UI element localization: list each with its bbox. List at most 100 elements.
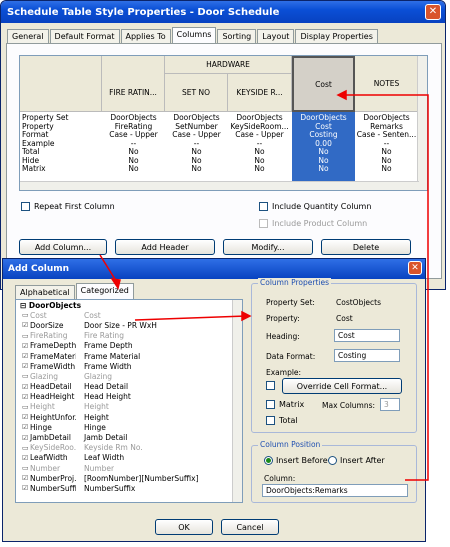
grid-cell[interactable]: DoorObjects — [228, 114, 291, 123]
tree-item[interactable]: ▭ Height Height — [16, 402, 242, 412]
ok-button[interactable]: OK — [155, 519, 213, 535]
grid-cell[interactable]: No — [292, 148, 355, 157]
grid-cell[interactable]: No — [165, 148, 228, 157]
grid-cell[interactable]: No — [165, 157, 228, 166]
grid-cell[interactable]: -- — [355, 140, 418, 149]
grid-cell[interactable]: No — [102, 157, 165, 166]
tree-item[interactable]: ☑ HeadDetail Head Detail — [16, 382, 242, 392]
grid-cell[interactable]: DoorObjects — [355, 114, 418, 123]
grid-cell[interactable]: No — [228, 148, 291, 157]
tree-item[interactable]: ☑ FrameWidth Frame Width — [16, 361, 242, 371]
tree-item[interactable]: ☑ JambDetail Jamb Detail — [16, 432, 242, 442]
grid-cell[interactable]: 0.00 — [292, 140, 355, 149]
data-format-select[interactable]: Costing — [334, 349, 400, 362]
grid-cell[interactable]: KeySideRoom... — [228, 123, 291, 132]
matrix-checkbox[interactable]: Matrix — [266, 400, 304, 409]
tree-item[interactable]: ▭ Glazing Glazing — [16, 371, 242, 381]
tree-item[interactable]: ☑ FrameDepth Frame Depth — [16, 341, 242, 351]
header-keyside[interactable]: KEYSIDE R... — [228, 74, 292, 112]
add-header-button[interactable]: Add Header — [115, 239, 215, 255]
include-quantity-checkbox[interactable]: Include Quantity Column — [259, 202, 371, 211]
header-set-no[interactable]: SET NO — [165, 74, 228, 112]
tab-categorized[interactable]: Categorized — [75, 283, 134, 299]
modify-button[interactable]: Modify... — [223, 239, 313, 255]
tree-root[interactable]: ⊟ DoorObjects — [16, 300, 242, 310]
checkbox-box[interactable] — [21, 202, 30, 211]
cancel-button[interactable]: Cancel — [221, 519, 279, 535]
heading-input[interactable]: Cost — [334, 329, 400, 342]
grid-vscroll[interactable] — [417, 56, 427, 190]
tree-item[interactable]: ▭ KeySideRoo... Keyside Rm No. — [16, 443, 242, 453]
tree-item[interactable]: ☑ HeadHeight Head Height — [16, 392, 242, 402]
column-select[interactable]: DoorObjects:Remarks — [262, 484, 408, 497]
tree-item[interactable]: ☑FrameMaterialFrame Material — [16, 351, 242, 361]
grid-cell[interactable]: -- — [102, 140, 165, 149]
header-fire-rating[interactable]: FIRE RATIN... — [102, 56, 165, 112]
close-icon[interactable]: ✕ — [425, 4, 441, 20]
grid-cell[interactable]: Case - Upper — [228, 131, 291, 140]
grid-cell[interactable]: -- — [165, 140, 228, 149]
insert-after-radio[interactable]: Insert After — [328, 456, 385, 465]
grid-cell[interactable]: Case - Upper — [165, 131, 228, 140]
tab-layout[interactable]: Layout — [257, 29, 295, 43]
close-icon[interactable]: ✕ — [408, 261, 422, 275]
tab-general[interactable]: General — [7, 29, 49, 43]
grid-cell[interactable]: No — [292, 165, 355, 174]
insert-before-radio[interactable]: Insert Before — [264, 456, 328, 465]
grid-cell[interactable]: DoorObjects — [102, 114, 165, 123]
tree-item[interactable]: ☑HeightUnfor...Height — [16, 412, 242, 422]
tree-item[interactable]: ☑NumberSuffixNumberSuffix — [16, 483, 242, 493]
checkbox-box[interactable] — [266, 416, 275, 425]
tree-item[interactable]: ☑ DoorSize Door Size - PR WxH — [16, 320, 242, 330]
radio-button[interactable] — [264, 456, 273, 465]
override-cell-format-button[interactable]: Override Cell Format... — [282, 378, 402, 394]
total-checkbox[interactable]: Total — [266, 416, 298, 425]
header-group-hardware[interactable]: HARDWARE — [165, 56, 292, 74]
grid-cell[interactable]: No — [292, 157, 355, 166]
property-tree[interactable]: ⊟ DoorObjects ▭ Cost Cost ☑ DoorSize Door Siz… — [15, 299, 243, 503]
grid-cell[interactable]: No — [228, 165, 291, 174]
grid-cell[interactable]: FireRating — [102, 123, 165, 132]
grid-cell[interactable]: DoorObjects — [292, 114, 355, 123]
tab-applies-to[interactable]: Applies To — [120, 29, 171, 43]
include-product-checkbox[interactable]: Include Product Column — [259, 219, 367, 228]
repeat-first-column-checkbox[interactable]: Repeat First Column — [21, 202, 115, 211]
delete-button[interactable]: Delete — [321, 239, 411, 255]
grid-cell[interactable]: Remarks — [355, 123, 418, 132]
add-column-button[interactable]: Add Column... — [19, 239, 107, 255]
grid-cell[interactable]: No — [228, 157, 291, 166]
checkbox-box[interactable] — [266, 400, 275, 409]
tree-item[interactable]: ☑ LeafWidth Leaf Width — [16, 453, 242, 463]
tab-default-format[interactable]: Default Format — [49, 29, 120, 43]
grid-cell[interactable]: Case - Senten... — [355, 131, 418, 140]
tree-item[interactable]: ☑ Hinge Hinge — [16, 422, 242, 432]
columns-grid[interactable]: FIRE RATIN... HARDWARE SET NO KEYSIDE R.… — [19, 55, 428, 191]
tree-item[interactable]: ▭ Cost Cost — [16, 310, 242, 320]
header-cost[interactable]: Cost — [292, 56, 355, 112]
grid-cell[interactable]: No — [355, 148, 418, 157]
grid-hscroll[interactable] — [20, 181, 419, 190]
tab-columns[interactable]: Columns — [171, 27, 217, 43]
grid-cell[interactable]: No — [165, 165, 228, 174]
tab-sorting[interactable]: Sorting — [217, 29, 257, 43]
grid-cell[interactable]: Case - Upper — [102, 131, 165, 140]
tab-display-properties[interactable]: Display Properties — [295, 29, 378, 43]
tree-item[interactable]: ▭ Number Number — [16, 463, 242, 473]
checkbox-box[interactable] — [259, 202, 268, 211]
tree-item[interactable]: ☑NumberProj...[RoomNumber][NumberSuffix] — [16, 473, 242, 483]
grid-cell[interactable]: No — [355, 165, 418, 174]
tree-item[interactable]: ▭ FireRating Fire Rating — [16, 331, 242, 341]
tab-alphabetical[interactable]: Alphabetical — [15, 285, 75, 299]
grid-cell[interactable]: Cost — [292, 123, 355, 132]
header-notes[interactable]: NOTES — [355, 56, 419, 112]
tree-vscroll[interactable] — [232, 300, 242, 502]
grid-cell[interactable]: DoorObjects — [165, 114, 228, 123]
example-checkbox[interactable] — [266, 381, 275, 390]
grid-cell[interactable]: -- — [228, 140, 291, 149]
radio-button[interactable] — [328, 456, 337, 465]
grid-cell[interactable]: SetNumber — [165, 123, 228, 132]
checkbox-box[interactable] — [259, 219, 268, 228]
max-columns-input[interactable]: 3 — [380, 398, 400, 411]
grid-cell[interactable]: Costing — [292, 131, 355, 140]
grid-cell[interactable]: No — [102, 148, 165, 157]
